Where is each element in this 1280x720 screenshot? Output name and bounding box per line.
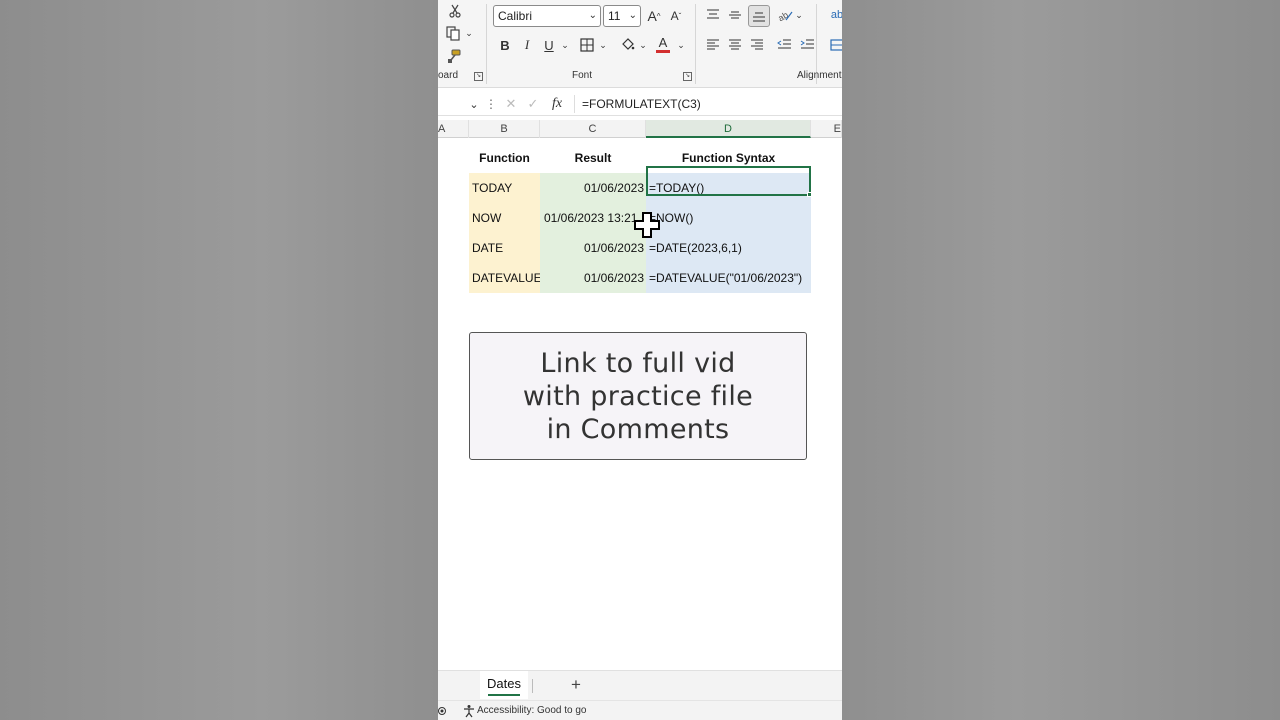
column-header-b[interactable]: B — [469, 120, 540, 138]
chevron-down-icon[interactable]: ⌄ — [794, 8, 804, 22]
cell-function[interactable]: DATE — [469, 233, 540, 263]
name-box-chevron-icon[interactable]: ⌄ — [468, 96, 480, 112]
ribbon-separator — [486, 4, 487, 84]
alignment-group-label: Alignment — [797, 70, 842, 81]
cut-icon[interactable] — [446, 2, 464, 20]
decrease-indent-icon[interactable] — [775, 36, 793, 54]
font-size-combo[interactable]: 11 ⌄ — [603, 5, 641, 27]
font-dialog-launcher-icon[interactable]: ↘ — [683, 72, 692, 81]
tab-divider — [532, 679, 533, 693]
cell-result[interactable]: 01/06/2023 — [540, 173, 646, 203]
column-header-d[interactable]: D — [646, 120, 811, 138]
column-header-e[interactable]: E — [811, 120, 842, 138]
chevron-down-icon[interactable]: ⌄ — [676, 38, 686, 52]
chevron-down-icon[interactable]: ⌄ — [560, 38, 570, 52]
enter-formula-icon[interactable]: ✓ — [524, 95, 542, 113]
formula-divider — [574, 95, 575, 113]
formula-bar: ⌄ ⋮ ✕ ✓ fx =FORMULATEXT(C3) — [438, 92, 842, 116]
name-box[interactable]: ⌄ — [438, 93, 482, 115]
cell-result[interactable]: 01/06/2023 13:21 — [540, 203, 646, 233]
clipboard-group-label: oard — [438, 70, 459, 81]
header-cell-function[interactable]: Function — [469, 149, 540, 167]
cell-result[interactable]: 01/06/2023 — [540, 263, 646, 293]
formula-input[interactable]: =FORMULATEXT(C3) — [582, 97, 701, 111]
align-left-icon[interactable] — [704, 36, 722, 54]
align-right-icon[interactable] — [748, 36, 766, 54]
increase-indent-icon[interactable] — [798, 36, 816, 54]
sheet-tab-dates[interactable]: Dates — [480, 671, 528, 699]
font-name-value: Calibri — [498, 9, 533, 23]
cell-function[interactable]: NOW — [469, 203, 540, 233]
background-left — [0, 0, 438, 720]
align-middle-icon[interactable] — [726, 6, 744, 24]
promo-line-3: in Comments — [546, 413, 730, 445]
cell-syntax[interactable]: =NOW() — [646, 203, 811, 233]
font-color-glyph: A — [658, 34, 668, 50]
align-center-icon[interactable] — [726, 36, 744, 54]
cell-function[interactable]: TODAY — [469, 173, 540, 203]
borders-icon[interactable] — [578, 36, 596, 54]
underline-button[interactable]: U — [540, 36, 558, 54]
fill-handle[interactable] — [807, 192, 812, 197]
wrap-text-icon[interactable]: ab — [830, 6, 842, 24]
font-size-value: 11 — [608, 9, 621, 23]
italic-button[interactable]: I — [518, 36, 536, 54]
cell-function[interactable]: DATEVALUE — [469, 263, 542, 293]
orientation-icon[interactable]: ab — [776, 6, 794, 24]
sheet-tab-bar: Dates + — [438, 670, 842, 700]
font-name-combo[interactable]: Calibri ⌄ — [493, 5, 601, 27]
align-bottom-icon[interactable] — [748, 5, 770, 27]
copy-dropdown-chevron-icon[interactable]: ⌄ — [464, 26, 474, 40]
font-color-button[interactable]: A — [654, 34, 672, 54]
copy-icon[interactable] — [444, 24, 462, 42]
promo-box: Link to full vid with practice file in C… — [469, 332, 807, 460]
cell-syntax[interactable]: =DATEVALUE("01/06/2023") — [646, 263, 811, 293]
cell-result[interactable]: 01/06/2023 — [540, 233, 646, 263]
cell-syntax[interactable]: =DATE(2023,6,1) — [646, 233, 811, 263]
align-top-icon[interactable] — [704, 6, 722, 24]
chevron-down-icon[interactable]: ⌄ — [598, 38, 608, 52]
font-color-swatch — [656, 49, 670, 53]
active-cell-outline — [646, 166, 812, 197]
column-header-a[interactable]: A — [438, 120, 469, 138]
column-header-c[interactable]: C — [540, 120, 646, 138]
chevron-down-icon: ⌄ — [588, 10, 597, 21]
grow-font-icon[interactable]: A ^ — [645, 6, 663, 26]
accessibility-icon[interactable] — [462, 704, 476, 718]
cell-cursor-icon — [634, 212, 660, 238]
excel-window: ⌄ oard ↘ Calibri ⌄ 11 ⌄ A ^ Aˇ B I U ⌄ ⌄ … — [438, 0, 842, 720]
background-right — [842, 0, 1280, 720]
promo-line-1: Link to full vid — [540, 347, 736, 379]
merge-center-icon[interactable] — [830, 36, 842, 54]
svg-text:ab: ab — [778, 10, 790, 22]
header-cell-syntax[interactable]: Function Syntax — [646, 149, 811, 167]
ribbon-separator — [695, 4, 696, 84]
fill-color-icon[interactable] — [618, 35, 636, 53]
promo-line-2: with practice file — [522, 380, 754, 412]
chevron-down-icon[interactable]: ⌄ — [638, 38, 648, 52]
cancel-formula-icon[interactable]: ✕ — [502, 95, 520, 113]
header-cell-result[interactable]: Result — [540, 149, 646, 167]
clipboard-dialog-launcher-icon[interactable]: ↘ — [474, 72, 483, 81]
shrink-font-icon[interactable]: Aˇ — [667, 6, 685, 26]
chevron-down-icon: ⌄ — [628, 10, 637, 21]
insert-function-icon[interactable]: fx — [546, 94, 568, 114]
column-headers: A B C D E — [438, 120, 842, 138]
font-group-label: Font — [572, 70, 593, 81]
accessibility-status[interactable]: Accessibility: Good to go — [477, 701, 587, 720]
format-painter-icon[interactable] — [444, 47, 462, 65]
macro-record-icon[interactable] — [438, 705, 448, 717]
add-sheet-button[interactable]: + — [566, 674, 586, 696]
bold-button[interactable]: B — [496, 36, 514, 54]
ribbon: ⌄ oard ↘ Calibri ⌄ 11 ⌄ A ^ Aˇ B I U ⌄ ⌄ … — [438, 0, 842, 88]
status-bar: Accessibility: Good to go — [438, 700, 842, 720]
more-options-icon[interactable]: ⋮ — [485, 95, 497, 113]
